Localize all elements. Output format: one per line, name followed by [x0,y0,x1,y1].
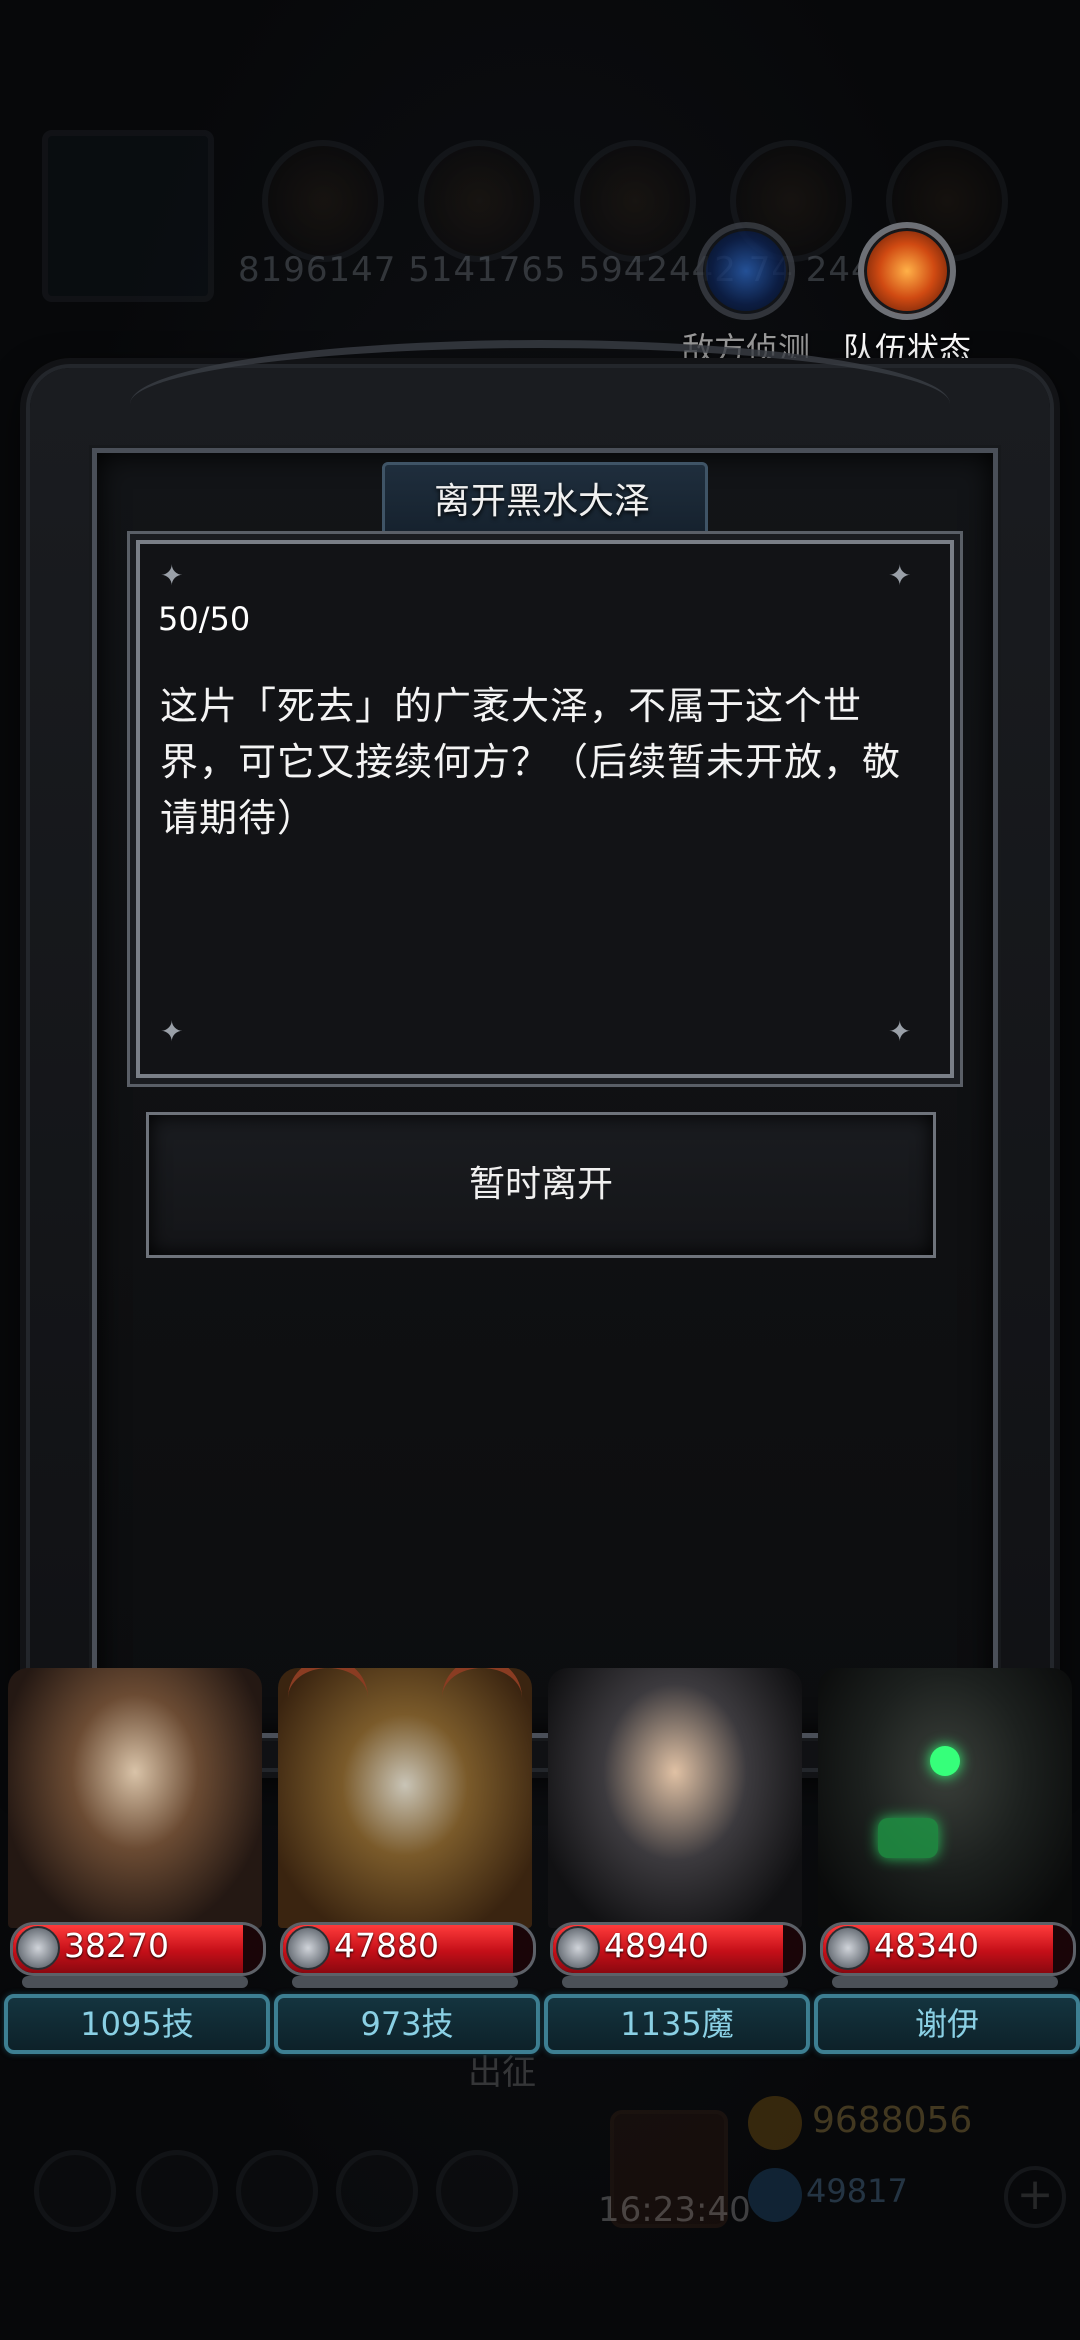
skill-slot-1 [262,140,384,262]
menu-icon-1 [34,2150,116,2232]
glowing-eye-shape [930,1746,960,1776]
antler-shape [442,1668,522,1738]
radar-icon [697,222,795,320]
sword-icon [556,1926,600,1970]
dialog-message: 这片「死去」的广袤大泽，不属于这个世界，可它又接续何方？（后续暂未开放，敬请期待… [160,684,902,840]
energy-bar [292,1976,518,1988]
hero-tag: 谢伊 [814,1994,1080,2054]
leave-button-label: 暂时离开 [468,1164,613,1205]
corner-star-icon: ✦ [888,559,912,592]
menu-icon-2 [136,2150,218,2232]
sword-icon [286,1926,330,1970]
hero-tag: 973技 [274,1994,540,2054]
energy-bar [562,1976,788,1988]
hero-tag: 1095技 [4,1994,270,2054]
clock: 16:23:40 [598,2190,751,2230]
hero-portrait [8,1668,262,1928]
hero-tag: 1135魔 [544,1994,810,2054]
fire-icon [858,222,956,320]
hp-value: 48940 [604,1926,709,1965]
hero-portrait [548,1668,802,1928]
antler-shape [288,1668,368,1738]
hp-value: 48340 [874,1926,979,1965]
glowing-gem-shape [878,1818,938,1858]
team-status-button[interactable]: 队伍状态 [836,222,978,370]
progress-counter: 50/50 [158,600,251,638]
corner-star-icon: ✦ [888,1015,912,1048]
hero-portrait [818,1668,1072,1928]
menu-icon-3 [236,2150,318,2232]
hp-value: 38270 [64,1926,169,1965]
leave-button[interactable]: 暂时离开 [146,1112,936,1258]
corner-star-icon: ✦ [160,559,184,592]
menu-icon-5 [436,2150,518,2232]
gold-amount: 9688056 [812,2100,973,2141]
party-member-3[interactable]: 48940 1135魔 [542,1668,810,2058]
hero-portrait [278,1668,532,1928]
gem-icon [748,2168,802,2222]
sword-icon [826,1926,870,1970]
gem-amount: 49817 [806,2172,908,2210]
energy-bar [832,1976,1058,1988]
corner-star-icon: ✦ [160,1015,184,1048]
sword-icon [16,1926,60,1970]
hp-value: 47880 [334,1926,439,1965]
add-button: + [1004,2166,1066,2228]
party-member-1[interactable]: 38270 1095技 [2,1668,270,2058]
gold-coin-icon [748,2096,802,2150]
dialog-title: 离开黑水大泽 [433,481,650,522]
player-portrait [42,130,214,302]
skill-slot-2 [418,140,540,262]
menu-icon-4 [336,2150,418,2232]
party-member-4[interactable]: 48340 谢伊 [812,1668,1080,2058]
energy-bar [22,1976,248,1988]
party-member-2[interactable]: 47880 973技 [272,1668,540,2058]
